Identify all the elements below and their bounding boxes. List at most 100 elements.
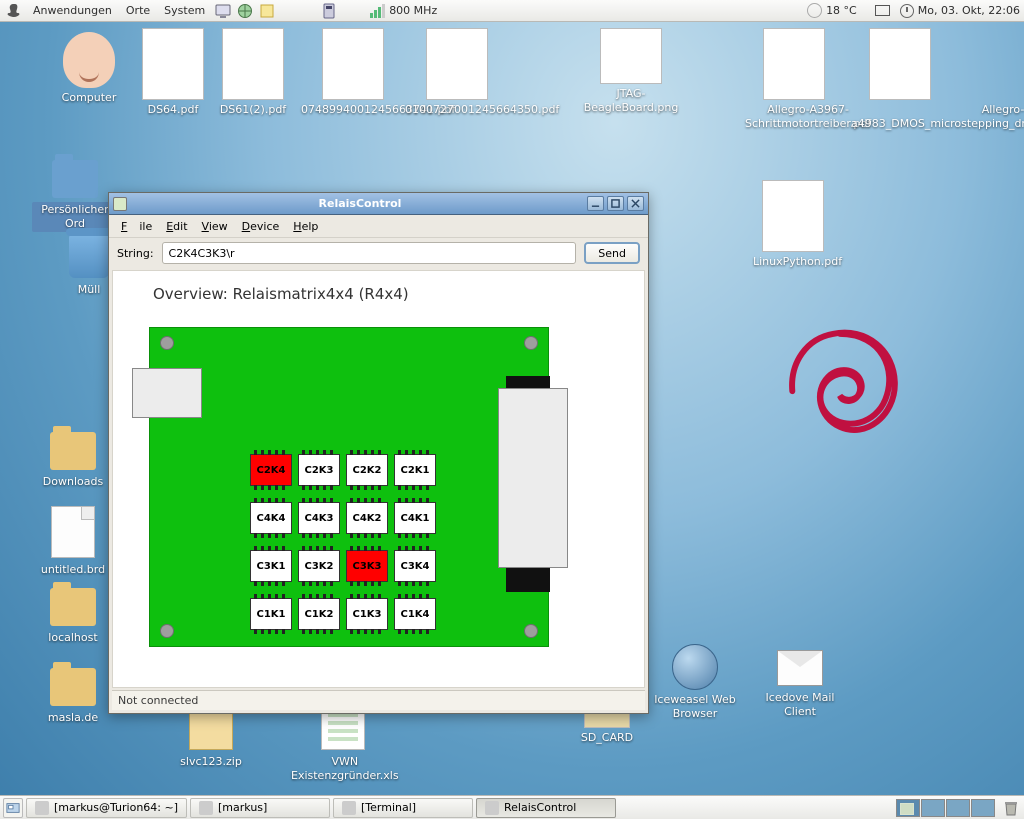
desktop-icon-jtag[interactable]: JTAG-BeagleBoard.png <box>576 28 686 116</box>
computer-icon <box>63 32 115 88</box>
relay-C2K3[interactable]: C2K3 <box>298 454 340 486</box>
task-icon <box>199 801 213 815</box>
app-window-relaiscontrol: RelaisControl File Edit View Device Help… <box>108 192 649 714</box>
show-desktop-button[interactable] <box>3 798 23 818</box>
task-button[interactable]: RelaisControl <box>476 798 616 818</box>
workspace-3[interactable] <box>946 799 970 817</box>
relay-C4K2[interactable]: C4K2 <box>346 502 388 534</box>
window-minimize-button[interactable] <box>587 196 604 211</box>
relay-C1K3[interactable]: C1K3 <box>346 598 388 630</box>
desktop-icon-iceweasel[interactable]: Iceweasel Web Browser <box>650 642 740 722</box>
task-button[interactable]: [markus@Turion64: ~] <box>26 798 187 818</box>
cpu-freq-label[interactable]: 800 MHz <box>389 4 437 17</box>
window-maximize-button[interactable] <box>607 196 624 211</box>
desktop-icon-pdf2[interactable]: 0100727001245664350.pdf <box>402 28 512 118</box>
desktop-icon-downloads[interactable]: Downloads <box>30 426 116 490</box>
window-close-button[interactable] <box>627 196 644 211</box>
desktop-label: LinuxPython.pdf <box>750 254 845 270</box>
window-titlebar[interactable]: RelaisControl <box>109 193 648 215</box>
desktop-icon-home[interactable]: Persönlicher Ord <box>32 154 118 232</box>
datetime-label[interactable]: Mo, 03. Okt, 22:06 <box>918 4 1020 17</box>
menu-places[interactable]: Orte <box>119 4 157 17</box>
pdf-thumb-icon <box>762 180 824 252</box>
pdf-thumb-icon <box>222 28 284 100</box>
relay-C4K1[interactable]: C4K1 <box>394 502 436 534</box>
task-button[interactable]: [markus] <box>190 798 330 818</box>
desktop-label: JTAG-BeagleBoard.png <box>576 86 686 116</box>
relay-C2K2[interactable]: C2K2 <box>346 454 388 486</box>
relay-C2K1[interactable]: C2K1 <box>394 454 436 486</box>
relay-C3K1[interactable]: C3K1 <box>250 550 292 582</box>
gnome-foot-icon <box>7 3 23 19</box>
desktop-icon-untitled[interactable]: untitled.brd <box>30 502 116 578</box>
window-title: RelaisControl <box>133 197 587 210</box>
desktop-icon-allegro1[interactable]: Allegro-A3967-Schrittmotortreiber.pdf <box>742 28 846 132</box>
desktop-icon-linuxpy[interactable]: LinuxPython.pdf <box>750 180 836 270</box>
workspace-4[interactable] <box>971 799 995 817</box>
task-label: [Terminal] <box>361 801 416 814</box>
menu-edit[interactable]: Edit <box>160 218 193 235</box>
task-label: [markus@Turion64: ~] <box>54 801 178 814</box>
workspace-pager[interactable] <box>896 799 995 817</box>
desktop-label: Icedove Mail Client <box>750 690 850 720</box>
desktop-label: DS64.pdf <box>145 102 202 118</box>
weather-icon <box>807 3 822 18</box>
monitor-icon[interactable] <box>215 3 231 19</box>
relay-C3K2[interactable]: C3K2 <box>298 550 340 582</box>
top-panel: Anwendungen Orte System 800 MHz 18 °C Mo… <box>0 0 1024 22</box>
task-icon <box>342 801 356 815</box>
send-button[interactable]: Send <box>584 242 640 264</box>
network-icon[interactable] <box>875 5 890 16</box>
status-text: Not connected <box>118 694 198 707</box>
globe-icon[interactable] <box>237 3 253 19</box>
menu-view[interactable]: View <box>196 218 234 235</box>
desktop-icon-computer[interactable]: Computer <box>46 32 132 106</box>
relay-board: C2K4C2K3C2K2C2K1 C4K4C4K3C4K2C4K1 C3K1C3K2… <box>149 327 549 647</box>
relay-C1K1[interactable]: C1K1 <box>250 598 292 630</box>
desktop-label: Downloads <box>40 474 106 490</box>
menu-system[interactable]: System <box>157 4 212 17</box>
mail-icon <box>777 650 823 686</box>
note-icon[interactable] <box>259 3 275 19</box>
relay-C2K4[interactable]: C2K4 <box>250 454 292 486</box>
task-button[interactable]: [Terminal] <box>333 798 473 818</box>
calculator-icon[interactable] <box>321 3 337 19</box>
menu-applications[interactable]: Anwendungen <box>26 4 119 17</box>
task-icon <box>485 801 499 815</box>
workspace-2[interactable] <box>921 799 945 817</box>
relay-C3K3[interactable]: C3K3 <box>346 550 388 582</box>
string-input[interactable] <box>162 242 577 264</box>
desktop-label: Müll <box>75 282 104 298</box>
png-thumb-icon <box>600 28 662 84</box>
desktop-icon-ds61[interactable]: DS61(2).pdf <box>210 28 296 118</box>
desktop-label: DS61(2).pdf <box>217 102 289 118</box>
desktop-icon-allegro2[interactable]: Allegro-a4983_DMOS_microstepping_driver_… <box>848 28 952 132</box>
bottom-panel: [markus@Turion64: ~] [markus] [Terminal] Re… <box>0 795 1024 819</box>
desktop-label: Allegro-a4983_DMOS_microstepping_driver_… <box>848 102 1024 132</box>
relay-C1K2[interactable]: C1K2 <box>298 598 340 630</box>
folder-icon <box>50 588 96 626</box>
desktop-icon-icedove[interactable]: Icedove Mail Client <box>750 642 850 720</box>
menu-help[interactable]: Help <box>287 218 324 235</box>
relay-C3K4[interactable]: C3K4 <box>394 550 436 582</box>
workspace-1[interactable] <box>896 799 920 817</box>
connector-left <box>132 368 202 418</box>
panel-trash-icon[interactable] <box>1001 798 1021 818</box>
relay-C4K4[interactable]: C4K4 <box>250 502 292 534</box>
relay-C1K4[interactable]: C1K4 <box>394 598 436 630</box>
relay-C4K3[interactable]: C4K3 <box>298 502 340 534</box>
desktop[interactable]: Computer Persönlicher Ord Müll Downloads… <box>0 22 1024 795</box>
desktop-icon-localhost[interactable]: localhost <box>30 582 116 646</box>
desktop-icon-ds64[interactable]: DS64.pdf <box>130 28 216 118</box>
desktop-icon-pdf1[interactable]: 0748994001245663741.pdf <box>298 28 408 118</box>
app-icon <box>113 197 127 211</box>
mount-hole-icon <box>160 624 174 638</box>
cpu-freq-icon <box>370 4 385 18</box>
desktop-icon-masla[interactable]: masla.de <box>30 662 116 726</box>
folder-icon <box>52 160 98 198</box>
pdf-thumb-icon <box>763 28 825 100</box>
menu-file[interactable]: File <box>115 218 158 235</box>
menu-device[interactable]: Device <box>236 218 286 235</box>
weather-label[interactable]: 18 °C <box>826 4 857 17</box>
task-label: [markus] <box>218 801 267 814</box>
